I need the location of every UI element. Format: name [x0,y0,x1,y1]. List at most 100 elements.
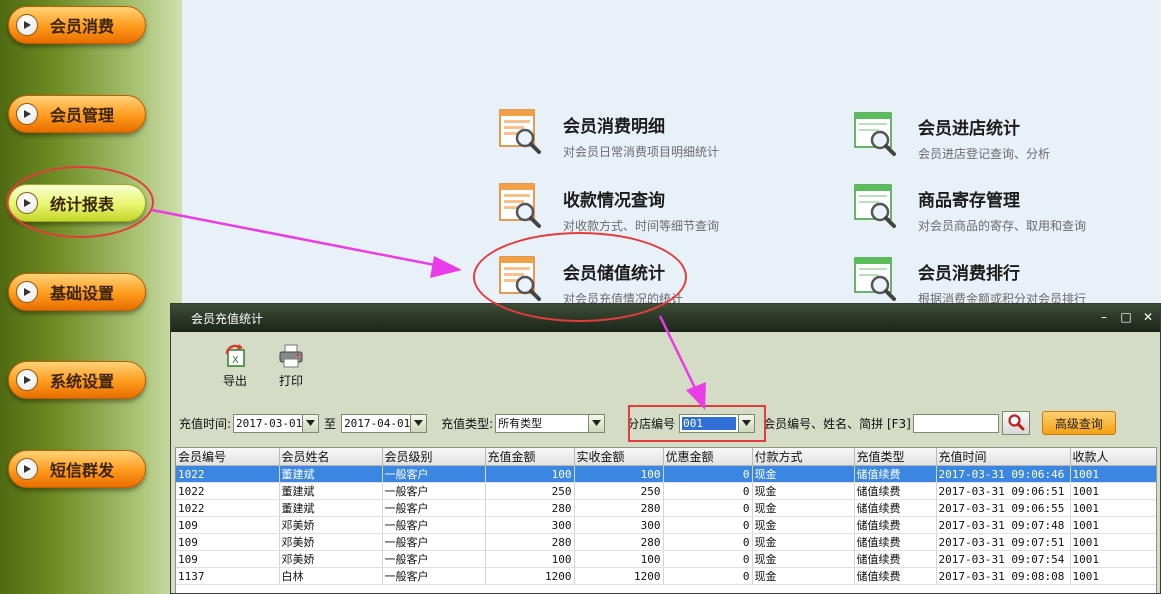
column-header[interactable]: 优惠金额 [663,448,753,466]
table-cell: 现金 [752,567,855,585]
table-row[interactable]: 1137 白林 一般客户 1200 1200 0 现金 储值续费 2017-03-31 09:0… [176,567,1156,585]
chevron-down-icon[interactable] [302,414,319,432]
play-icon [16,369,38,391]
table-cell: 300 [574,516,664,534]
table-cell: 109 [176,533,280,551]
recharge-type-label: 充值类型: [441,416,494,431]
report-description: 会员进店登记查询、分析 [918,147,1051,161]
table-cell: 储值续费 [854,499,937,517]
table-cell: 邓美娇 [279,550,383,568]
column-header[interactable]: 收款人 [1070,448,1156,466]
table-cell: 280 [574,499,664,517]
sidebar-item-basic-settings[interactable]: 基础设置 [8,273,146,311]
date-to-value: 2017-04-01 [344,416,411,430]
table-cell: 一般客户 [382,567,486,585]
export-button[interactable]: X 导出 [207,344,263,389]
table-cell: 储值续费 [854,533,937,551]
report-member-consumption-detail[interactable]: 会员消费明细 对会员日常消费项目明细统计 [497,108,719,160]
minimize-button[interactable]: – [1098,310,1110,324]
table-cell: 1001 [1070,567,1156,585]
dialog-title: 会员充值统计 [191,311,264,326]
table-cell: 0 [663,482,753,500]
sidebar-item-system-settings[interactable]: 系统设置 [8,361,146,399]
column-header[interactable]: 实收金额 [574,448,664,466]
report-goods-storage[interactable]: 商品寄存管理 对会员商品的寄存、取用和查询 [852,182,1086,234]
report-description: 对会员日常消费项目明细统计 [563,145,720,159]
maximize-button[interactable]: □ [1120,310,1132,324]
sidebar-item-reports[interactable]: 统计报表 [8,184,146,222]
table-cell: 储值续费 [854,550,937,568]
table-row[interactable]: 1022 董建斌 一般客户 100 100 0 现金 储值续费 2017-03-31 09:06… [176,465,1156,483]
search-button[interactable] [1001,411,1030,435]
recharge-type-select[interactable]: 所有类型 [495,413,606,433]
sidebar-item-member-consumption[interactable]: 会员消费 [8,6,146,44]
sidebar-item-label: 系统设置 [50,372,115,391]
column-header[interactable]: 充值类型 [854,448,937,466]
sidebar-item-label: 会员消费 [50,17,115,36]
table-cell: 2017-03-31 09:08:08 [936,567,1071,585]
search-icon [1007,413,1025,434]
table-cell: 储值续费 [854,482,937,500]
report-list-icon [497,108,545,156]
column-header[interactable]: 会员级别 [382,448,486,466]
table-row[interactable]: 1022 董建斌 一般客户 280 280 0 现金 储值续费 2017-03-31 09:06… [176,499,1156,517]
table-cell: 1001 [1070,465,1156,483]
column-header[interactable]: 充值时间 [936,448,1071,466]
report-payment-query[interactable]: 收款情况查询 对收款方式、时间等细节查询 [497,182,719,234]
date-to-picker[interactable]: 2017-04-01 [341,413,428,433]
report-window-icon [852,110,900,158]
arrow-line [151,208,441,268]
column-header[interactable]: 充值金额 [485,448,575,466]
report-member-stored-value[interactable]: 会员储值统计 对会员充值情况的统计 [497,255,683,307]
report-title: 会员储值统计 [563,264,665,284]
table-cell: 250 [574,482,664,500]
table-row[interactable]: 1022 董建斌 一般客户 250 250 0 现金 储值续费 2017-03-31 09:06… [176,482,1156,500]
advanced-query-button[interactable]: 高级查询 [1041,411,1116,435]
table-row[interactable]: 109 邓美娇 一般客户 280 280 0 现金 储值续费 2017-03-31 09:07:… [176,533,1156,551]
chevron-down-icon[interactable] [410,414,427,432]
table-cell: 1022 [176,482,280,500]
table-cell: 白林 [279,567,383,585]
column-header[interactable]: 会员编号 [176,448,280,466]
print-button[interactable]: 打印 [263,344,319,389]
date-to-label: 至 [324,416,337,431]
table-cell: 现金 [752,550,855,568]
table-cell: 2017-03-31 09:06:46 [936,465,1071,483]
sidebar-item-member-management[interactable]: 会员管理 [8,95,146,133]
close-button[interactable]: ✕ [1142,310,1154,324]
table-header-row: 会员编号 会员姓名 会员级别 充值金额 实收金额 优惠金额 付款方式 充值类型 … [176,448,1156,466]
report-list-icon [497,182,545,230]
play-icon [16,14,38,36]
table-cell: 现金 [752,533,855,551]
chevron-down-icon[interactable] [588,414,605,432]
table-cell: 2017-03-31 09:07:51 [936,533,1071,551]
column-header[interactable]: 会员姓名 [279,448,383,466]
chevron-down-icon[interactable] [738,414,755,432]
branch-number-label: 分店编号 [627,416,676,431]
table-cell: 0 [663,533,753,551]
column-header[interactable]: 付款方式 [752,448,855,466]
table-cell: 现金 [752,516,855,534]
table-cell: 1200 [574,567,664,585]
table-row[interactable]: 109 邓美娇 一般客户 100 100 0 现金 储值续费 2017-03-31 09:07:… [176,550,1156,568]
table-cell: 储值续费 [854,567,937,585]
table-cell: 2017-03-31 09:07:48 [936,516,1071,534]
branch-number-select[interactable]: 001 [679,413,756,433]
table-cell: 2017-03-31 09:07:54 [936,550,1071,568]
print-label: 打印 [278,374,303,388]
report-member-visit-stats[interactable]: 会员进店统计 会员进店登记查询、分析 [852,110,1050,162]
table-cell: 一般客户 [382,482,486,500]
table-row[interactable]: 109 邓美娇 一般客户 300 300 0 现金 储值续费 2017-03-31 09:07:… [176,516,1156,534]
report-title: 商品寄存管理 [918,191,1020,211]
date-from-value: 2017-03-01 [236,416,303,430]
sidebar-item-sms-broadcast[interactable]: 短信群发 [8,450,146,488]
table-cell: 现金 [752,499,855,517]
play-icon [16,458,38,480]
table-cell: 2017-03-31 09:06:55 [936,499,1071,517]
table-cell: 0 [663,516,753,534]
table-cell: 0 [663,567,753,585]
member-search-input[interactable] [912,413,999,433]
report-consumption-ranking[interactable]: 会员消费排行 根据消费金额或积分对会员排行 [852,255,1086,307]
date-from-picker[interactable]: 2017-03-01 [233,413,320,433]
report-window-icon [852,255,900,303]
